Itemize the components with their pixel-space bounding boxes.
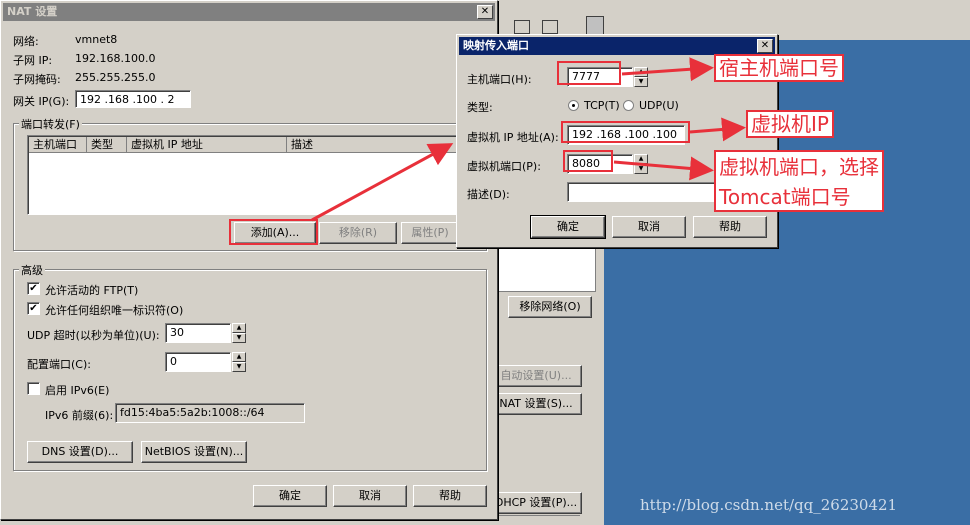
annotation-vm-ip: 虚拟机IP [746, 110, 834, 138]
arrow-host-port [621, 57, 714, 82]
annotation-vm-port-line2: Tomcat端口号 [719, 185, 851, 209]
arrow-vm-ip [689, 117, 746, 142]
arrow-to-dialog [311, 143, 454, 222]
annotation-host-port: 宿主机端口号 [714, 54, 844, 82]
arrow-vm-port [613, 156, 714, 181]
annotation-vm-port: 虚拟机端口，选择 Tomcat端口号 [714, 150, 884, 212]
annotation-vm-port-line1: 虚拟机端口，选择 [719, 155, 879, 179]
watermark: http://blog.csdn.net/qq_26230421 [640, 496, 898, 514]
